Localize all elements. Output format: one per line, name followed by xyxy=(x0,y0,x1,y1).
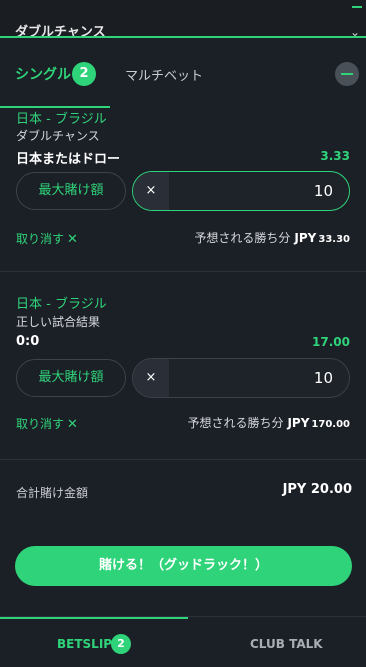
selection-name: 日本またはドロー xyxy=(16,152,121,167)
estimated-winnings-label: 予想される勝ち分 xyxy=(187,416,284,430)
market-name: ダブルチャンス xyxy=(16,129,100,143)
odds-value: 17.00 xyxy=(312,335,350,349)
estimated-winnings: 予想される勝ち分 JPY 170.00 xyxy=(187,414,350,431)
betslip-tabs: シングル 2 マルチベット xyxy=(0,38,366,108)
clear-stake-icon[interactable]: × xyxy=(133,172,169,210)
currency: JPY xyxy=(294,231,317,245)
estimated-winnings: 予想される勝ち分 JPY 33.30 xyxy=(194,229,350,246)
estimated-winnings-label: 予想される勝ち分 xyxy=(194,231,291,245)
selection-name: 0:0 xyxy=(16,334,40,349)
stake-input[interactable]: × 10 xyxy=(132,358,350,398)
nav-betslip[interactable]: BETSLIP xyxy=(57,637,112,651)
max-stake-button[interactable]: 最大賭け額 xyxy=(16,359,126,397)
stake-value: 10 xyxy=(313,369,333,387)
header-indicator xyxy=(352,6,362,8)
remove-bet-button[interactable]: 取り消す ✕ xyxy=(16,415,78,432)
estimated-winnings-amount: 33.30 xyxy=(318,234,350,245)
close-icon: ✕ xyxy=(67,232,78,247)
tab-multibet[interactable]: マルチベット xyxy=(125,65,203,84)
currency: JPY xyxy=(287,416,310,430)
match-name: 日本 - ブラジル xyxy=(16,112,107,127)
minus-circle-icon[interactable] xyxy=(335,62,359,86)
total-stake-value: JPY 20.00 xyxy=(282,482,352,497)
market-name: 正しい試合結果 xyxy=(16,315,101,329)
single-count-badge: 2 xyxy=(72,62,96,86)
remove-label: 取り消す xyxy=(16,232,65,246)
match-name: 日本 - ブラジル xyxy=(16,297,107,312)
remove-bet-button[interactable]: 取り消す ✕ xyxy=(16,230,78,247)
stake-input[interactable]: × 10 xyxy=(132,171,350,211)
max-stake-button[interactable]: 最大賭け額 xyxy=(16,172,126,210)
bottom-nav: BETSLIP 2 CLUB TALK xyxy=(0,616,366,667)
tab-single[interactable]: シングル xyxy=(15,64,71,84)
active-nav-indicator xyxy=(0,617,188,619)
place-bet-button[interactable]: 賭ける！（グッドラック！） xyxy=(15,546,352,586)
betslip-header: ダブルチャンス ⌄ xyxy=(0,0,366,40)
odds-value: 3.33 xyxy=(320,149,350,163)
divider xyxy=(0,459,366,460)
total-stake-label: 合計賭け金額 xyxy=(16,486,89,500)
remove-label: 取り消す xyxy=(16,417,65,431)
divider xyxy=(0,271,366,272)
betslip-count-badge: 2 xyxy=(111,634,131,654)
clear-stake-icon[interactable]: × xyxy=(133,359,169,397)
estimated-winnings-amount: 170.00 xyxy=(311,419,350,430)
close-icon: ✕ xyxy=(67,417,78,432)
nav-club-talk[interactable]: CLUB TALK xyxy=(250,637,323,651)
stake-value: 10 xyxy=(313,182,333,200)
